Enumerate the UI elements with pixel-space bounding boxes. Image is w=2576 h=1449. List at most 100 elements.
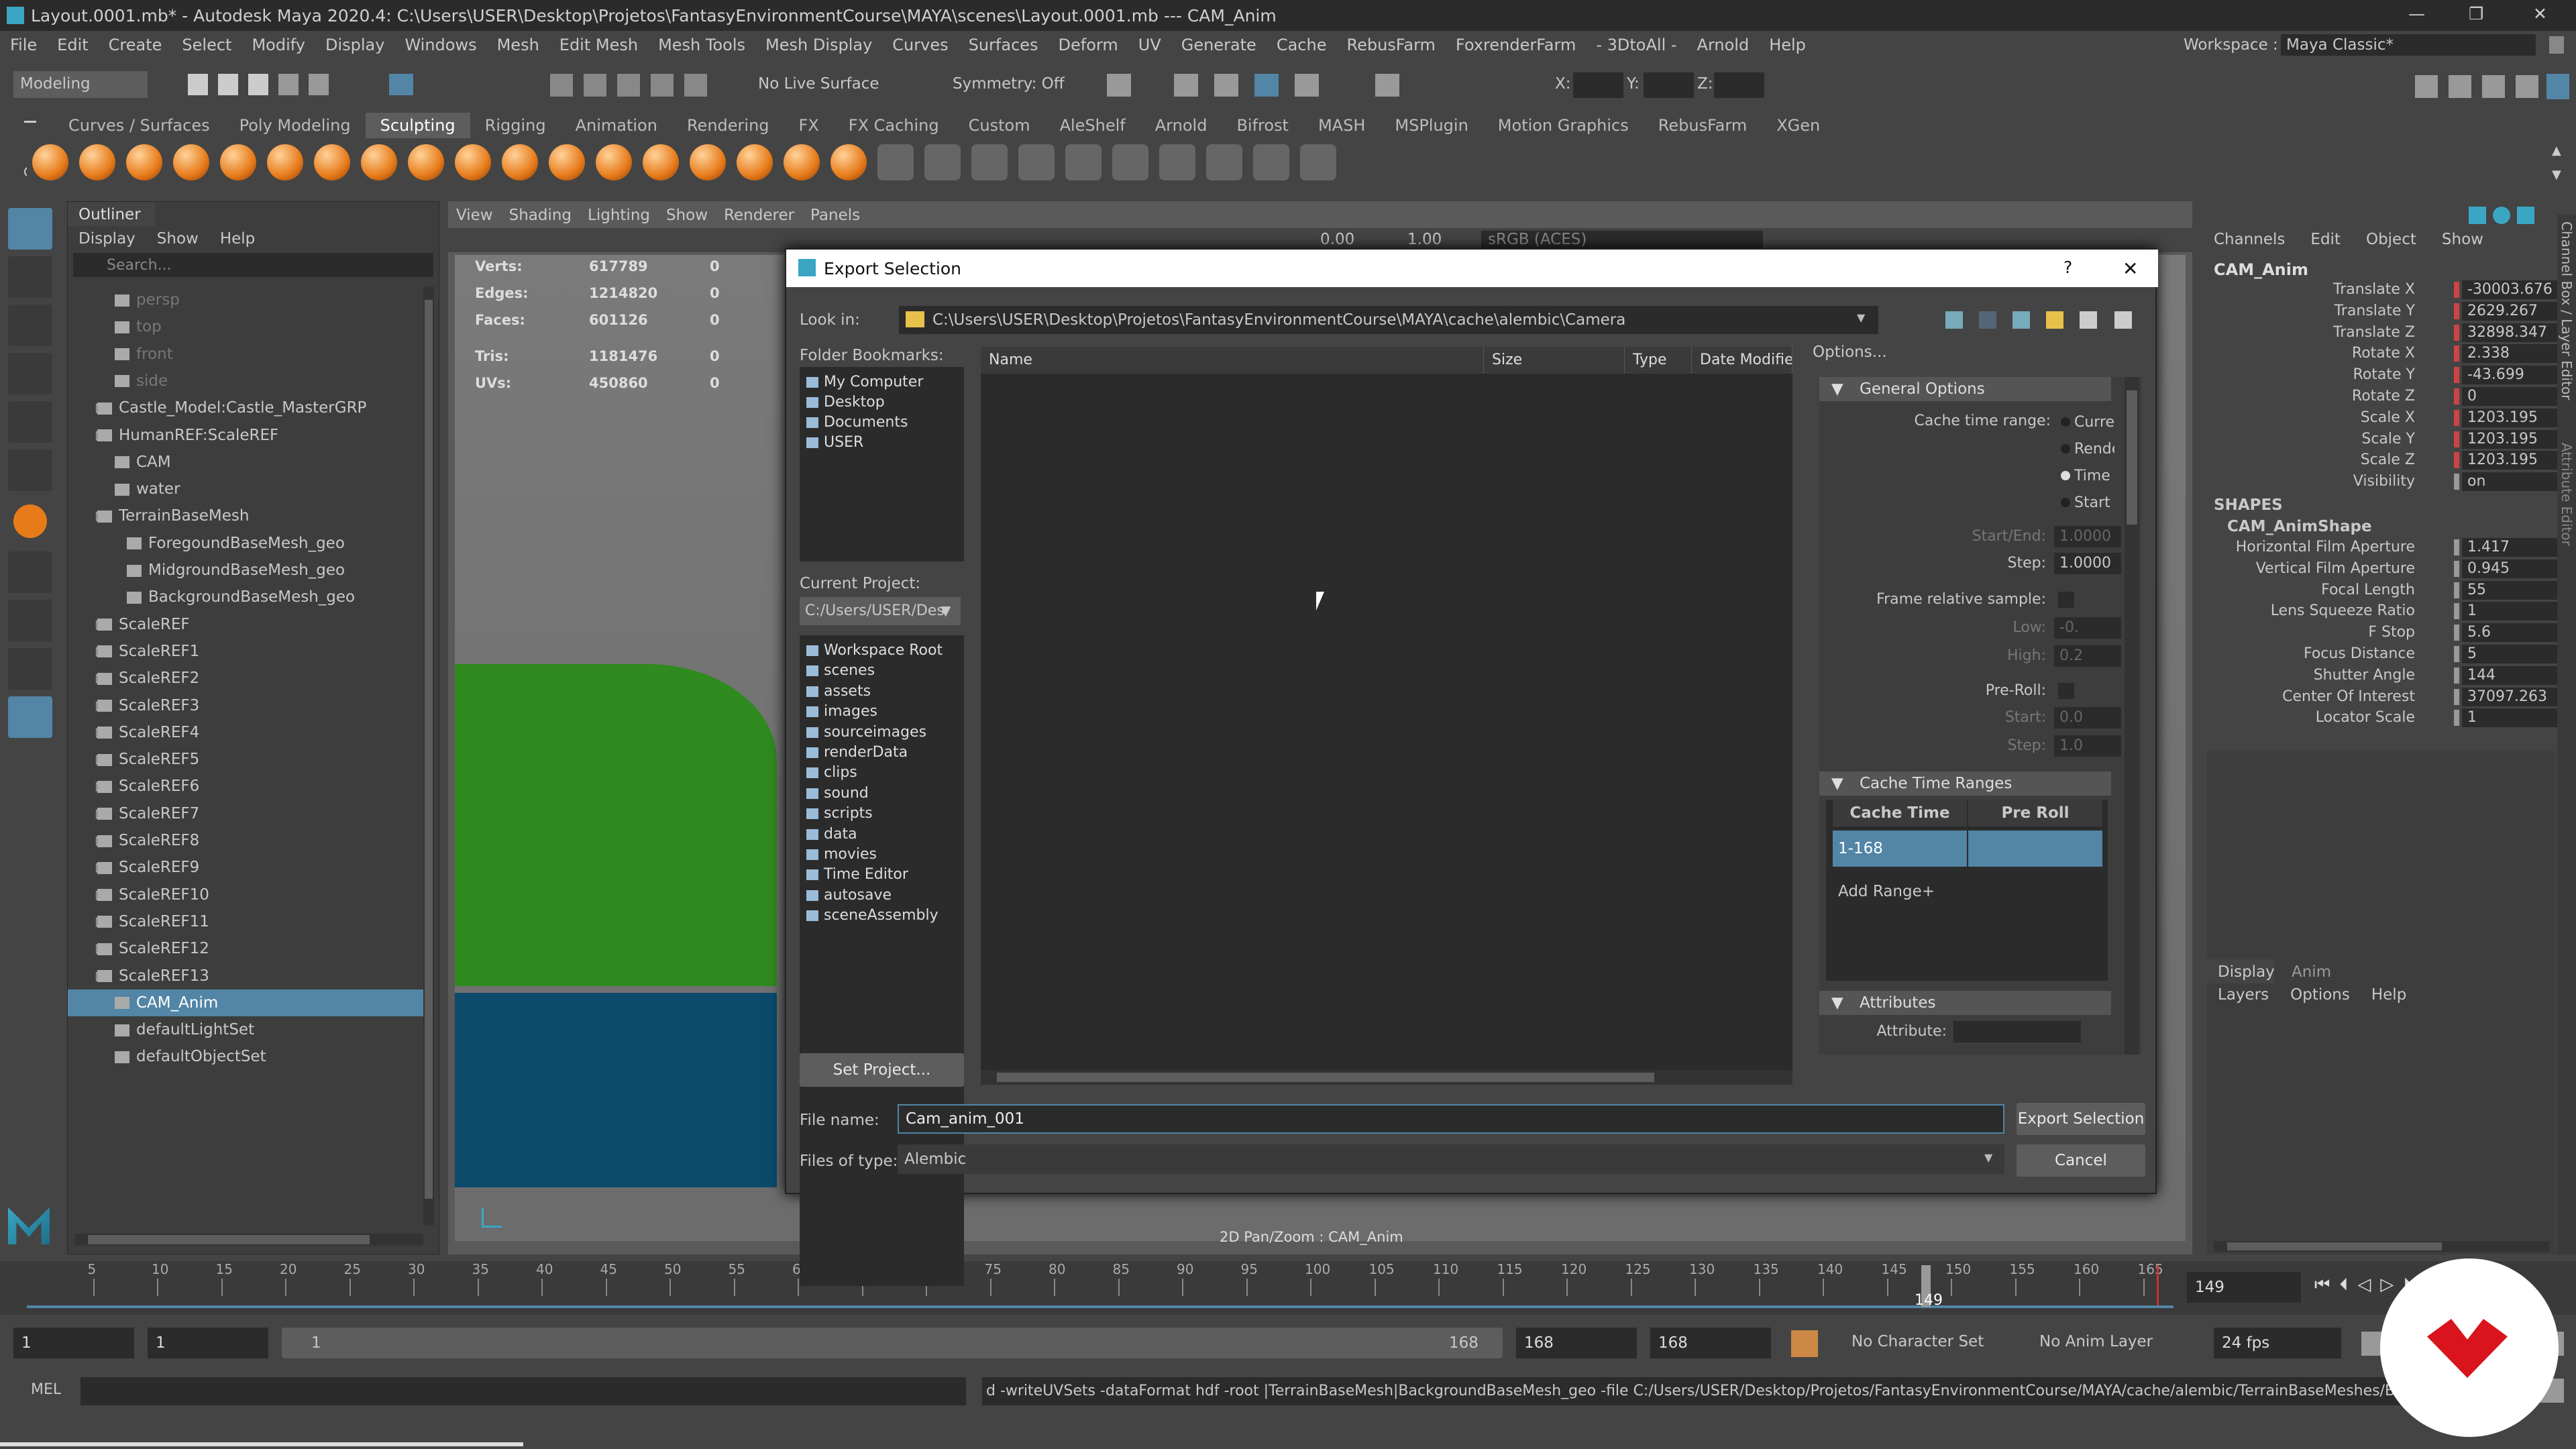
shelf-scroll-icon[interactable]: ▲ ▼ <box>2549 138 2567 188</box>
expand-toggle-icon[interactable]: ⊞ <box>95 854 106 881</box>
channel-row[interactable]: Scale X 1203.195 <box>2214 407 2563 429</box>
sculpt-brush-icon[interactable] <box>408 144 444 180</box>
sculpt-brush-icon[interactable] <box>314 144 350 180</box>
layer-menu-help[interactable]: Help <box>2361 983 2417 1006</box>
files-of-type-dropdown[interactable]: Alembic ▼ <box>898 1144 2004 1174</box>
look-in-dropdown[interactable]: C:\Users\USER\Desktop\Projetos\FantasyEn… <box>899 306 1878 334</box>
animation-end-field[interactable]: 168 <box>1650 1328 1771 1358</box>
sculpt-brush-icon[interactable] <box>830 144 867 180</box>
menu-surfaces[interactable]: Surfaces <box>959 31 1049 59</box>
sculpt-brush-icon[interactable] <box>596 144 632 180</box>
snap-grid-icon[interactable] <box>550 74 573 97</box>
attributes-section[interactable]: ▼ Attributes <box>1819 991 2111 1015</box>
menu-mesh-tools[interactable]: Mesh Tools <box>648 31 755 59</box>
sculpt-brush-icon[interactable] <box>643 144 679 180</box>
new-folder-icon[interactable] <box>2046 311 2063 329</box>
project-folder-item[interactable]: renderData <box>806 743 908 763</box>
pause-icon[interactable] <box>1375 74 1399 97</box>
channel-edit-icon[interactable] <box>2517 207 2534 224</box>
snap-view-icon[interactable] <box>651 74 674 97</box>
outliner-item[interactable]: water <box>68 476 423 502</box>
menu-rebusfarm[interactable]: RebusFarm <box>1336 31 1445 59</box>
look-in-chevron-down-icon[interactable]: ▼ <box>1857 311 1865 324</box>
channel-value[interactable]: 5 <box>2462 645 2559 663</box>
outliner-item[interactable]: ⊞ ScaleREF1 <box>68 638 423 665</box>
live-surface-field[interactable]: No Live Surface <box>758 75 879 93</box>
menu-file[interactable]: File <box>0 31 47 59</box>
time-slider[interactable]: 5101520253035404550556065707580859095100… <box>0 1261 2576 1315</box>
project-folder-item[interactable]: images <box>806 702 877 722</box>
sculpt-brush-icon[interactable] <box>549 144 585 180</box>
close-window-button[interactable]: ✕ <box>2533 4 2547 23</box>
menu-select[interactable]: Select <box>172 31 241 59</box>
channel-row[interactable]: Focal Length 55 <box>2214 580 2563 601</box>
outliner-item[interactable]: front <box>68 341 423 368</box>
attribute-editor-icon[interactable] <box>2482 75 2505 98</box>
shelf-tab-msplugin[interactable]: MSPlugin <box>1380 113 1483 138</box>
menu-curves[interactable]: Curves <box>882 31 958 59</box>
dialog-help-button[interactable]: ? <box>2063 258 2072 277</box>
channel-row[interactable]: Translate Z 32898.347 <box>2214 322 2563 343</box>
channel-row[interactable]: Scale Z 1203.195 <box>2214 449 2563 471</box>
channel-value[interactable]: 1 <box>2462 602 2559 621</box>
channel-value[interactable]: 1203.195 <box>2462 408 2559 427</box>
outliner-item[interactable]: defaultObjectSet <box>68 1043 423 1070</box>
sculpt-brush-icon[interactable] <box>502 144 538 180</box>
project-folder-item[interactable]: assets <box>806 682 871 702</box>
high-field[interactable]: 0.2 <box>2054 645 2121 667</box>
shelf-tab-fx-caching[interactable]: FX Caching <box>834 113 954 138</box>
command-input[interactable] <box>80 1377 966 1405</box>
shelf-tool-icon[interactable] <box>971 144 1008 180</box>
shelf-tool-icon[interactable] <box>1065 144 1102 180</box>
redo-icon[interactable] <box>309 74 329 95</box>
bookmark-item[interactable]: Desktop <box>806 392 885 413</box>
outliner-item[interactable]: CAM_Anim <box>68 989 423 1016</box>
shelf-tab-curves-surfaces[interactable]: Curves / Surfaces <box>54 113 225 138</box>
channel-row[interactable]: Focus Distance 5 <box>2214 643 2563 665</box>
bookmark-item[interactable]: My Computer <box>806 372 923 392</box>
channel-row[interactable]: Center Of Interest 37097.263 <box>2214 686 2563 708</box>
outliner-tab[interactable]: Outliner <box>68 202 155 226</box>
modeling-toolkit-icon[interactable] <box>2415 75 2438 98</box>
layer-tab-anim[interactable]: Anim <box>2281 959 2342 985</box>
shelf-tab-motion-graphics[interactable]: Motion Graphics <box>1483 113 1644 138</box>
channel-row[interactable]: Vertical Film Aperture 0.945 <box>2214 558 2563 580</box>
set-project-button[interactable]: Set Project... <box>800 1053 964 1087</box>
lock-icon[interactable] <box>2549 36 2564 54</box>
shelf-tool-icon[interactable] <box>1159 144 1195 180</box>
fps-dropdown[interactable]: 24 fps <box>2214 1328 2341 1358</box>
channel-row[interactable]: Translate Y 2629.267 <box>2214 301 2563 322</box>
y-field[interactable] <box>1644 72 1694 98</box>
last-tool-icon[interactable] <box>13 504 47 538</box>
channel-menu-show[interactable]: Show <box>2442 231 2483 248</box>
expand-toggle-icon[interactable]: ⊞ <box>95 746 106 773</box>
files-of-type-chevron-down-icon[interactable]: ▼ <box>1984 1151 1992 1164</box>
column-date-modified[interactable]: Date Modified <box>1692 347 1792 374</box>
channel-value[interactable]: 2629.267 <box>2462 301 2559 321</box>
z-field[interactable] <box>1714 72 1764 98</box>
save-scene-icon[interactable] <box>248 74 268 95</box>
outliner-menu-show[interactable]: Show <box>146 226 209 252</box>
layer-hscrollbar[interactable] <box>2214 1241 2549 1252</box>
snap-point-icon[interactable] <box>617 74 640 97</box>
menu-edit-mesh[interactable]: Edit Mesh <box>549 31 648 59</box>
project-folder-item[interactable]: scripts <box>806 804 873 824</box>
expand-toggle-icon[interactable]: ⊞ <box>95 881 106 908</box>
outliner-item[interactable]: top <box>68 313 423 340</box>
channel-value[interactable]: 2.338 <box>2462 344 2559 364</box>
undo-icon[interactable] <box>278 74 299 95</box>
channel-menu-channels[interactable]: Channels <box>2214 231 2285 248</box>
step-back-icon[interactable]: ⏴ <box>2339 1275 2357 1295</box>
detail-view-icon[interactable] <box>2114 311 2132 329</box>
expand-toggle-icon[interactable]: ⊞ <box>95 773 106 800</box>
channel-row[interactable]: Rotate Y -43.699 <box>2214 364 2563 386</box>
expand-toggle-icon[interactable]: ⊞ <box>95 935 106 962</box>
shelf-tab-sculpting[interactable]: Sculpting <box>365 113 470 138</box>
sculpt-brush-icon[interactable] <box>79 144 115 180</box>
shelf-tool-icon[interactable] <box>1253 144 1289 180</box>
outliner-hscrollbar[interactable] <box>74 1234 423 1246</box>
render-settings-icon[interactable] <box>1214 74 1238 97</box>
channel-value[interactable]: 37097.263 <box>2462 687 2559 706</box>
project-folder-item[interactable]: sceneAssembly <box>806 906 938 926</box>
expand-toggle-icon[interactable]: ⊞ <box>95 908 106 935</box>
